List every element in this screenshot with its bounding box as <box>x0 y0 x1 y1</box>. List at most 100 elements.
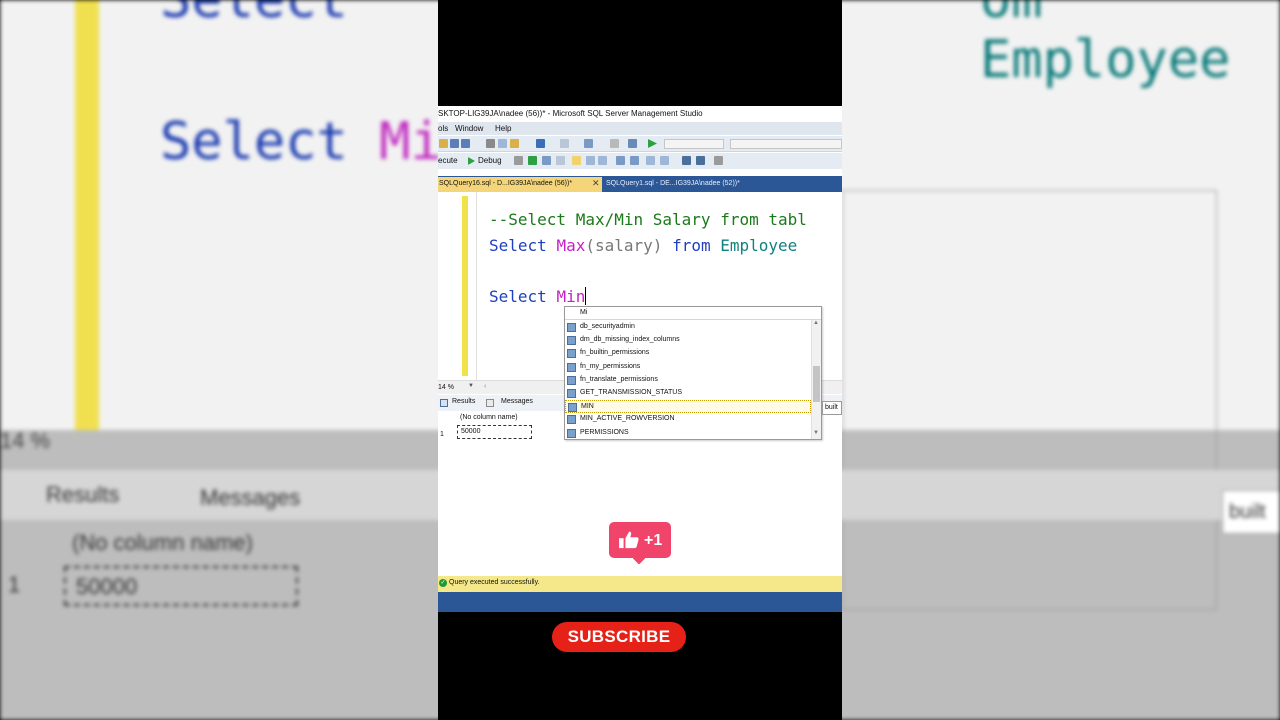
decrease-indent-icon[interactable] <box>682 156 691 165</box>
cut-icon[interactable] <box>486 139 495 148</box>
sql-editor-toolbar: ecute Debug <box>438 153 842 169</box>
intellisense-item[interactable]: db_securityadmin <box>565 321 811 334</box>
intellisense-item[interactable]: PERMISSIONS <box>565 427 811 440</box>
bg-column-header: (No column name) <box>72 530 253 555</box>
code-line-3: Select Min <box>489 287 587 306</box>
intellisense-scrollbar[interactable]: ▲ ▼ <box>811 320 821 439</box>
menu-bar: ols Window Help <box>438 122 842 135</box>
function-icon <box>567 428 576 438</box>
redo-icon[interactable] <box>560 139 569 148</box>
video-frame: Select om Employee Select Mi 14 % Result… <box>0 0 1280 720</box>
close-icon[interactable]: ✕ <box>592 178 600 189</box>
bg-top-code-object: om Employee <box>980 0 1231 90</box>
scroll-up-icon[interactable]: ▲ <box>813 320 819 326</box>
zoom-level[interactable]: 14 % <box>438 384 454 391</box>
increase-indent-icon[interactable] <box>696 156 705 165</box>
messages-icon <box>486 399 494 407</box>
intellisense-item[interactable]: fn_my_permissions <box>565 361 811 374</box>
paren-close: ) <box>652 236 663 255</box>
quickinfo-tooltip: built <box>822 401 842 415</box>
paste-icon[interactable] <box>510 139 519 148</box>
tab-results[interactable]: Results <box>452 398 475 405</box>
menu-window[interactable]: Window <box>455 124 483 133</box>
intellisense-popup: Mi db_securityadmin dm_db_missing_index_c… <box>564 306 822 440</box>
standard-toolbar <box>438 136 842 152</box>
execute-button[interactable]: ecute <box>438 156 458 165</box>
open-icon[interactable] <box>439 139 448 148</box>
screen-icon[interactable] <box>628 139 637 148</box>
debug-button[interactable]: Debug <box>478 156 502 165</box>
cancel-query-icon[interactable] <box>514 156 523 165</box>
like-count: +1 <box>644 532 663 549</box>
find-icon[interactable] <box>610 139 619 148</box>
save-icon[interactable] <box>450 139 459 148</box>
intellisense-item[interactable]: MIN <box>565 400 811 414</box>
tab-sqlquery1[interactable]: SQLQuery1.sql - DE...IG39JA\nadee (52))* <box>604 177 784 192</box>
comment-icon[interactable] <box>616 156 625 165</box>
start-icon[interactable] <box>648 139 657 148</box>
results-file-icon[interactable] <box>598 156 607 165</box>
intellisense-item-label: db_securityadmin <box>580 323 635 330</box>
results-to-icon[interactable] <box>572 156 581 165</box>
intellisense-item[interactable]: fn_builtin_permissions <box>565 347 811 360</box>
column-header: (No column name) <box>460 414 518 421</box>
like-badge[interactable]: +1 <box>609 522 671 558</box>
function-icon <box>567 323 576 332</box>
subscribe-button[interactable]: SUBSCRIBE <box>552 622 686 652</box>
code-line-2: Select Max(salary) from Employee <box>489 236 797 255</box>
menu-help[interactable]: Help <box>495 124 511 133</box>
scrollbar-thumb[interactable] <box>813 366 820 402</box>
result-cell[interactable]: 50000 <box>457 425 532 439</box>
save-all-icon[interactable] <box>461 139 470 148</box>
intellisense-item[interactable]: MIN_ACTIVE_ROWVERSION <box>565 413 811 426</box>
app-status-strip <box>438 592 842 612</box>
results-grid-icon[interactable] <box>586 156 595 165</box>
more-tools-icon[interactable] <box>714 156 723 165</box>
tab-label: SQLQuery1.sql - DE...IG39JA\nadee (52))* <box>606 180 740 187</box>
intellisense-item-label: MIN_ACTIVE_ROWVERSION <box>580 415 675 423</box>
bg-row-number: 1 <box>8 572 21 597</box>
parse-icon[interactable] <box>528 156 537 165</box>
tab-sqlquery16[interactable]: SQLQuery16.sql - D...IG39JA\nadee (56))* <box>438 177 602 192</box>
io-stats-icon[interactable] <box>660 156 669 165</box>
change-tracking-bar <box>462 196 468 376</box>
copy-icon[interactable] <box>498 139 507 148</box>
intellisense-item[interactable]: GET_TRANSMISSION_STATUS <box>565 387 811 400</box>
bg-top-code: Select <box>160 0 348 30</box>
intellisense-item[interactable]: dm_db_missing_index_columns <box>565 334 811 347</box>
keyword-select: Select <box>489 236 547 255</box>
query-designer-icon[interactable] <box>556 156 565 165</box>
window-title: SKTOP-LIG39JA\nadee (56))* - Microsoft S… <box>438 106 842 121</box>
intellisense-item-label: fn_translate_permissions <box>580 375 658 383</box>
uncomment-icon[interactable] <box>630 156 639 165</box>
column-salary: salary <box>594 236 653 255</box>
intellisense-item-label: fn_my_permissions <box>580 362 641 370</box>
function-icon <box>567 362 576 372</box>
function-icon <box>567 336 576 346</box>
bg-code-function: Mi <box>379 112 442 172</box>
solution-config-combo[interactable] <box>664 139 724 149</box>
menu-tools[interactable]: ols <box>438 124 448 133</box>
client-stats-icon[interactable] <box>646 156 655 165</box>
function-icon <box>567 375 576 385</box>
scroll-down-icon[interactable]: ▼ <box>813 430 819 436</box>
row-number: 1 <box>440 431 444 438</box>
bg-change-bar <box>75 0 99 430</box>
undo-icon[interactable] <box>536 139 545 148</box>
bg-tooltip: built <box>1222 490 1280 534</box>
bg-zoom: 14 % <box>0 428 51 453</box>
zoom-dropdown-icon[interactable]: ▼ <box>468 383 474 389</box>
tab-label: SQLQuery16.sql - D...IG39JA\nadee (56))* <box>439 180 573 187</box>
intellisense-item[interactable]: fn_translate_permissions <box>565 374 811 387</box>
phone-panel: SKTOP-LIG39JA\nadee (56))* - Microsoft S… <box>438 0 842 720</box>
document-tabs: SQLQuery16.sql - D...IG39JA\nadee (56))*… <box>438 176 842 192</box>
bg-code: Select Mi <box>160 112 442 172</box>
platform-combo[interactable] <box>730 139 842 149</box>
tab-messages[interactable]: Messages <box>501 398 533 405</box>
navigate-icon[interactable] <box>584 139 593 148</box>
bg-frame <box>842 190 1217 610</box>
display-plan-icon[interactable] <box>542 156 551 165</box>
scroll-left-icon[interactable]: ‹ <box>484 383 486 390</box>
debug-icon[interactable] <box>468 157 475 165</box>
code-line-1: --Select Max/Min Salary from tabl <box>489 210 807 229</box>
